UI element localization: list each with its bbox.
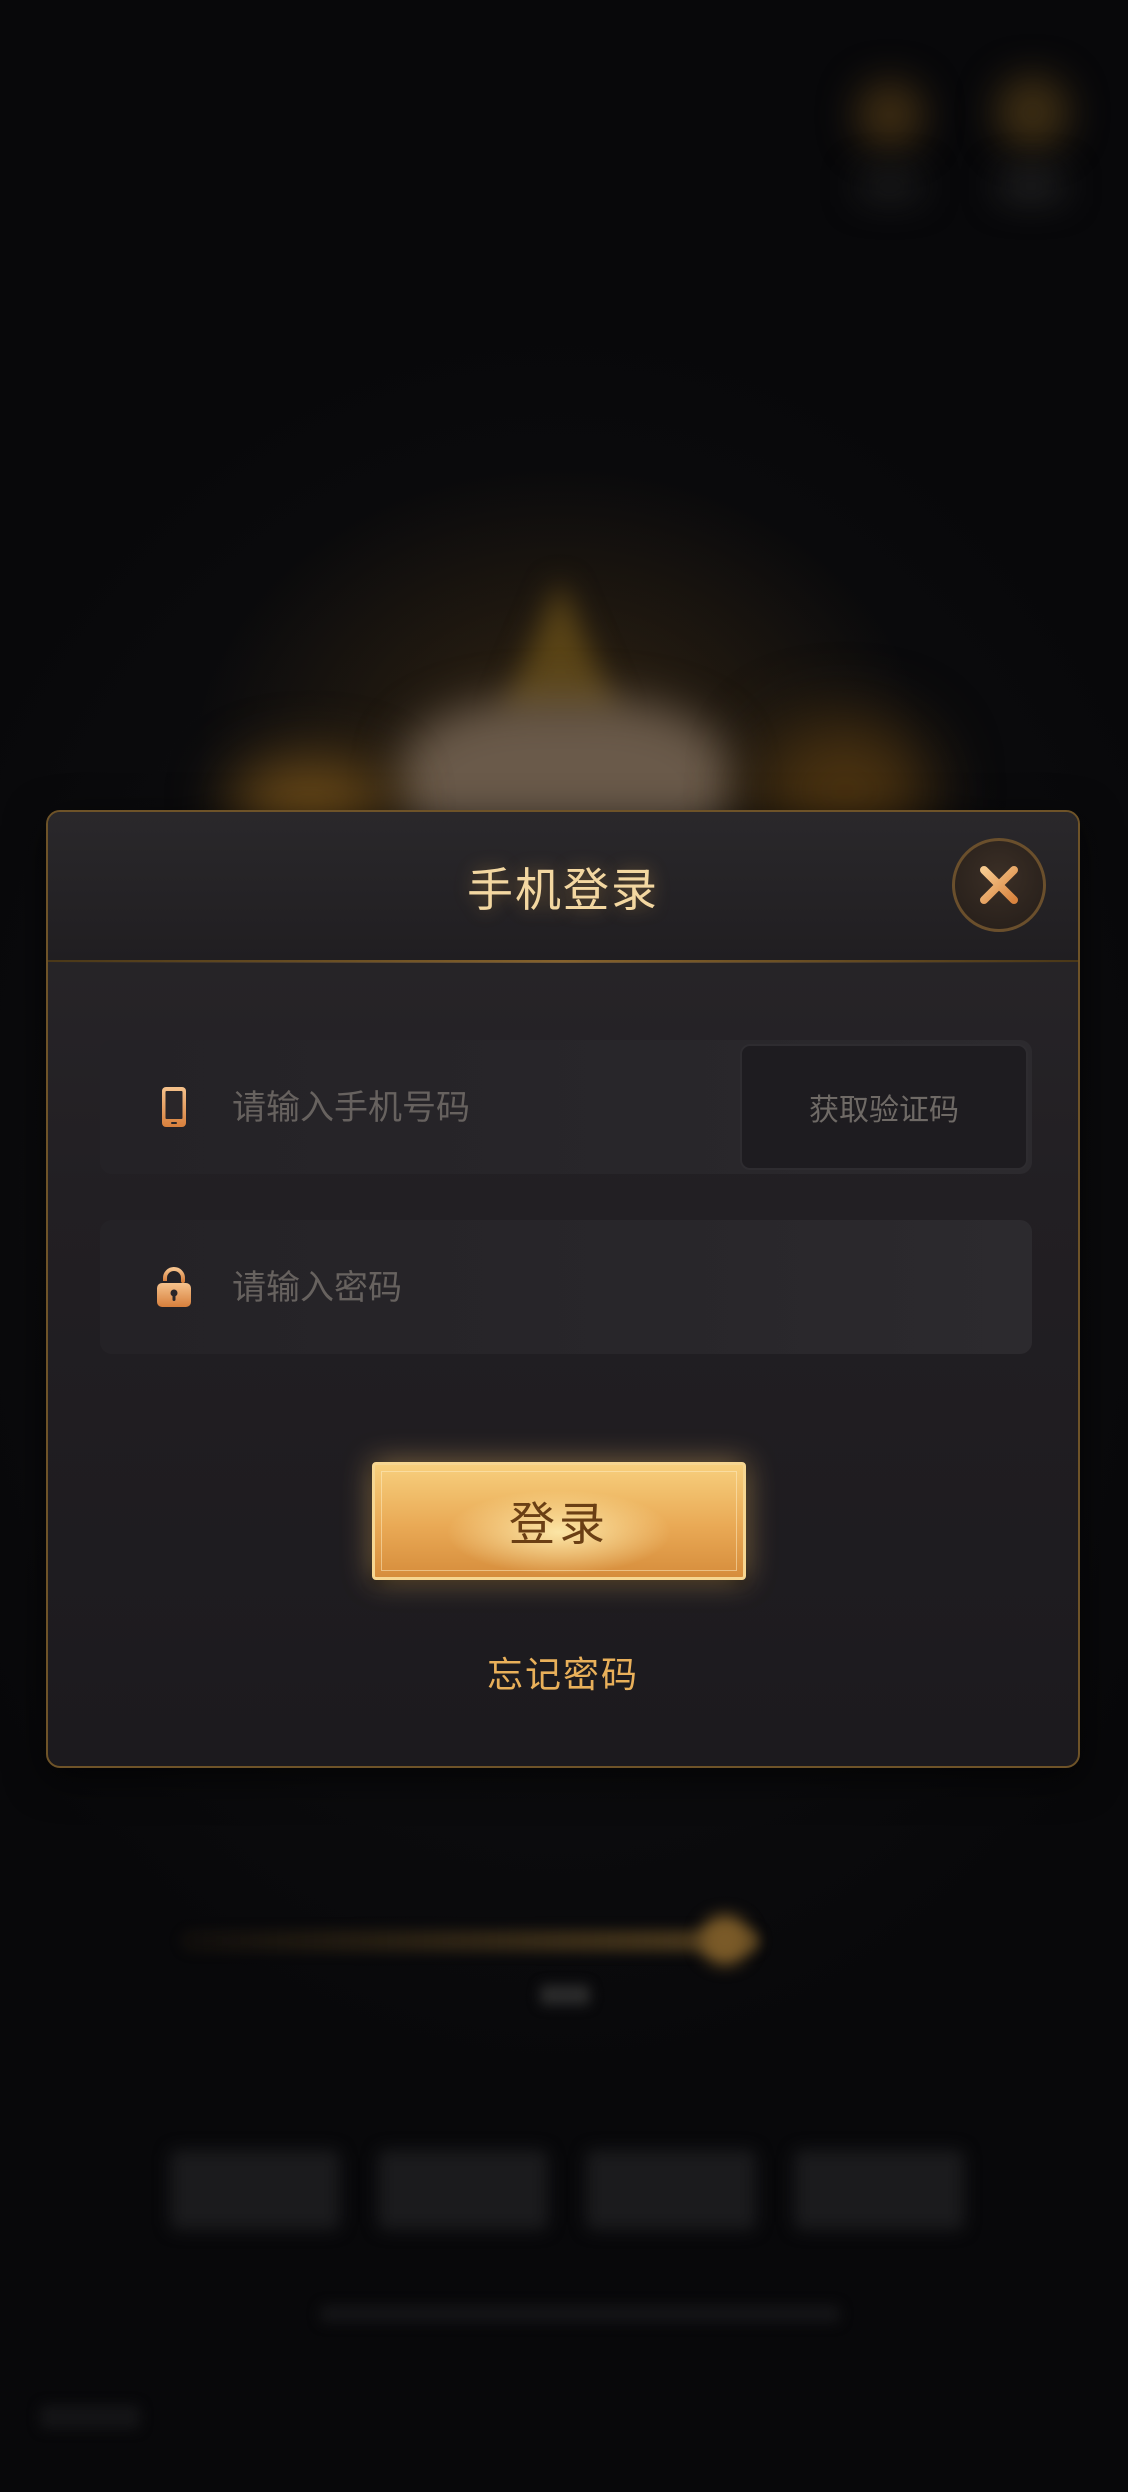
background-logo-peak xyxy=(500,580,620,720)
background-top-icon-1-label xyxy=(860,175,920,197)
login-button-label: 登录 xyxy=(509,1497,609,1551)
password-field xyxy=(100,1220,1032,1356)
background-progress-bar xyxy=(180,1930,760,1952)
dialog-title: 手机登录 xyxy=(467,863,659,917)
login-screen: 手机登录 请输入手机号码 获取验证码 登录 忘记密码 xyxy=(0,0,1128,2492)
background-top-icon-1 xyxy=(855,80,925,150)
phone-number-field: 获取验证码 xyxy=(100,1040,1032,1176)
background-footer-text xyxy=(320,2305,840,2323)
background-login-option-2 xyxy=(378,2150,548,2230)
dialog-header: 手机登录 xyxy=(48,812,1078,963)
close-icon xyxy=(980,866,1018,904)
background-progress-knob xyxy=(700,1915,750,1965)
close-button[interactable] xyxy=(952,838,1046,932)
unlock-icon xyxy=(157,1267,191,1307)
phone-login-dialog: 手机登录 请输入手机号码 获取验证码 登录 忘记密码 xyxy=(46,810,1080,1768)
background-login-option-3 xyxy=(586,2150,756,2230)
background-top-icon-2 xyxy=(995,75,1070,150)
background-top-icon-2-label xyxy=(1000,175,1062,197)
background-login-option-1 xyxy=(170,2150,340,2230)
phone-number-input[interactable] xyxy=(230,1040,754,1176)
forgot-password-link[interactable]: 忘记密码 xyxy=(48,1646,1078,1698)
background-login-option-4 xyxy=(794,2150,964,2230)
get-verification-code-button[interactable]: 获取验证码 xyxy=(740,1044,1028,1170)
background-version-text xyxy=(40,2405,140,2429)
password-input[interactable] xyxy=(230,1220,994,1356)
login-button[interactable]: 登录 xyxy=(372,1462,746,1580)
mobile-phone-icon xyxy=(162,1087,186,1127)
background-progress-text xyxy=(540,1985,590,2005)
